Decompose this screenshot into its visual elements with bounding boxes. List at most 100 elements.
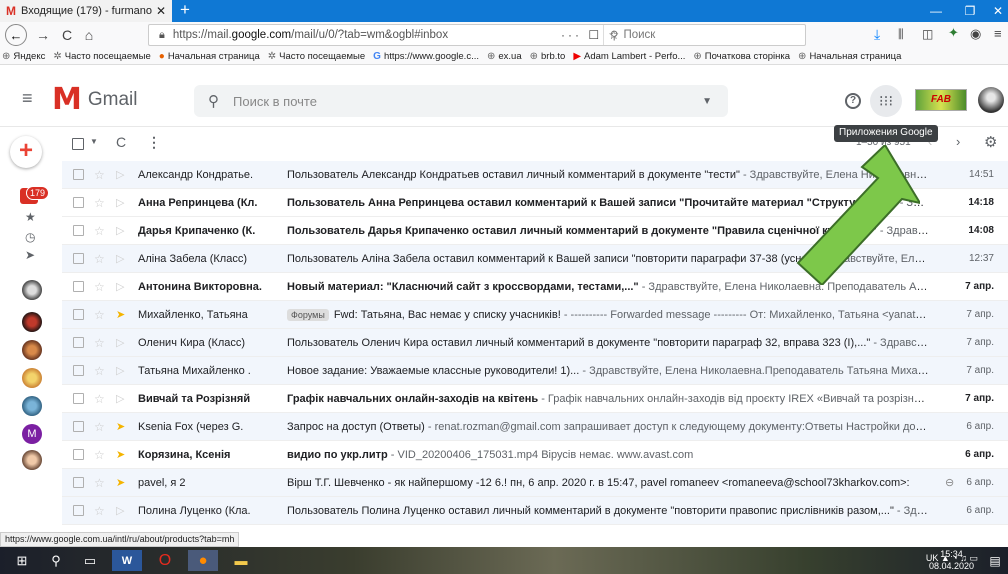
star-icon[interactable]: ☆ xyxy=(94,168,105,182)
row-checkbox[interactable] xyxy=(73,253,84,264)
star-icon[interactable]: ☆ xyxy=(94,392,105,406)
task-view-icon[interactable]: ▭ xyxy=(78,550,102,571)
help-icon[interactable]: ? xyxy=(845,93,861,109)
word-app-icon[interactable]: W xyxy=(112,550,142,571)
forward-icon[interactable]: → xyxy=(33,27,53,43)
importance-marker-icon[interactable]: ▷ xyxy=(116,224,124,237)
main-menu-icon[interactable]: ≡ xyxy=(22,88,33,109)
file-explorer-icon[interactable]: ▬ xyxy=(226,550,256,571)
row-checkbox[interactable] xyxy=(73,197,84,208)
star-icon[interactable]: ☆ xyxy=(94,476,105,490)
attachment-icon[interactable]: ⊖ xyxy=(945,476,954,489)
row-checkbox[interactable] xyxy=(73,505,84,516)
new-tab-button[interactable]: + xyxy=(180,0,190,22)
star-icon[interactable]: ☆ xyxy=(94,448,105,462)
reload-icon[interactable]: C xyxy=(57,27,77,43)
email-row[interactable]: ☆ ▷ Татьяна Михайленко . Новое задание: Ува… xyxy=(62,357,1008,385)
search-options-icon[interactable]: ▼ xyxy=(702,96,712,107)
select-dropdown-icon[interactable]: ▼ xyxy=(90,137,98,146)
download-icon[interactable]: ⤓ xyxy=(874,26,880,43)
more-icon[interactable]: ⋮ xyxy=(147,134,161,151)
importance-marker-icon[interactable]: ➤ xyxy=(116,308,125,321)
row-checkbox[interactable] xyxy=(73,281,84,292)
importance-marker-icon[interactable]: ▷ xyxy=(116,504,124,517)
star-icon[interactable]: ☆ xyxy=(94,252,105,266)
email-row[interactable]: ☆ ▷ Оленич Кира (Класс) Пользователь Оленич… xyxy=(62,329,1008,357)
email-row[interactable]: ☆ ▷ Полина Луценко (Кла. Пользователь Полин… xyxy=(62,497,1008,525)
bookmark-item[interactable]: ⊕ Початкова сторінка xyxy=(693,51,790,62)
bookmark-item[interactable]: ● Начальная страница xyxy=(159,51,260,62)
bookmark-item[interactable]: ▶ Adam Lambert - Perfo... xyxy=(573,51,685,62)
star-icon[interactable]: ☆ xyxy=(94,364,105,378)
bookmark-item[interactable]: ⊕ ex.ua xyxy=(487,51,522,62)
account-brand-badge[interactable]: FAB xyxy=(915,89,967,111)
important-icon[interactable]: ➤ xyxy=(25,248,35,262)
star-icon[interactable]: ☆ xyxy=(94,420,105,434)
importance-marker-icon[interactable]: ➤ xyxy=(116,448,125,461)
menu-icon[interactable]: ≡ xyxy=(994,26,1002,41)
windows-start-icon[interactable]: ⊞ xyxy=(8,550,36,571)
bookmark-item[interactable]: Ghttps://www.google.c... xyxy=(373,51,479,62)
email-row[interactable]: ☆ ➤ Михайленко, Татьяна Форумы Fwd: Татьяна,… xyxy=(62,301,1008,329)
gmail-logo[interactable]: M Gmail xyxy=(52,85,137,115)
row-checkbox[interactable] xyxy=(73,309,84,320)
row-checkbox[interactable] xyxy=(73,337,84,348)
clock[interactable]: 15:34 08.04.2020 xyxy=(929,548,974,572)
row-checkbox[interactable] xyxy=(73,421,84,432)
star-icon[interactable]: ☆ xyxy=(94,280,105,294)
importance-marker-icon[interactable]: ▷ xyxy=(116,392,124,405)
browser-tab[interactable]: M Входящие (179) - furmanova ✕ xyxy=(0,0,172,22)
bookmark-item[interactable]: ✲ Часто посещаемые xyxy=(53,51,150,62)
bookmark-item[interactable]: ⊕ Начальная страница xyxy=(798,51,901,62)
star-icon[interactable]: ☆ xyxy=(94,224,105,238)
library-icon[interactable]: ⫼ xyxy=(898,27,904,42)
refresh-icon[interactable]: C xyxy=(116,134,126,150)
sidebar-icon[interactable]: ◫ xyxy=(922,27,933,41)
search-icon[interactable]: ⚲ xyxy=(208,92,219,110)
contact-avatar[interactable] xyxy=(22,368,42,388)
back-icon[interactable]: ← xyxy=(5,24,27,46)
importance-marker-icon[interactable]: ➤ xyxy=(116,476,125,489)
email-row[interactable]: ☆ ➤ Ksenia Fox (через G. Запрос на доступ (… xyxy=(62,413,1008,441)
bookmark-item[interactable]: ⊕ Яндекс xyxy=(2,51,45,62)
opera-app-icon[interactable]: O xyxy=(150,550,180,571)
star-icon[interactable]: ☆ xyxy=(94,504,105,518)
importance-marker-icon[interactable]: ▷ xyxy=(116,252,124,265)
compose-button[interactable]: + xyxy=(10,136,42,168)
star-icon[interactable]: ☆ xyxy=(94,336,105,350)
row-checkbox[interactable] xyxy=(73,393,84,404)
select-all-checkbox[interactable] xyxy=(72,138,84,150)
extension-icon[interactable]: ✦ xyxy=(948,25,959,41)
row-checkbox[interactable] xyxy=(73,169,84,180)
next-page-icon[interactable]: › xyxy=(956,134,960,149)
notifications-icon[interactable]: ▤ xyxy=(984,550,1006,571)
importance-marker-icon[interactable]: ➤ xyxy=(116,420,125,433)
starred-icon[interactable]: ★ xyxy=(25,210,36,224)
importance-marker-icon[interactable]: ▷ xyxy=(116,336,124,349)
bookmark-item[interactable]: ✲ Часто посещаемые xyxy=(268,51,365,62)
importance-marker-icon[interactable]: ▷ xyxy=(116,280,124,293)
email-row[interactable]: ☆ ▷ Вивчай та Розрізняй Графік навчальних о… xyxy=(62,385,1008,413)
hangouts-avatar[interactable] xyxy=(22,280,42,300)
mail-search-input[interactable]: ⚲ Поиск в почте ▼ xyxy=(194,85,728,117)
contact-avatar[interactable] xyxy=(22,312,42,332)
search-icon[interactable]: ⚲ xyxy=(44,550,68,571)
row-checkbox[interactable] xyxy=(73,365,84,376)
row-checkbox[interactable] xyxy=(73,477,84,488)
user-avatar[interactable] xyxy=(978,87,1004,113)
importance-marker-icon[interactable]: ▷ xyxy=(116,364,124,377)
settings-gear-icon[interactable]: ⚙ xyxy=(984,133,997,151)
contact-avatar[interactable] xyxy=(22,396,42,416)
star-icon[interactable]: ☆ xyxy=(94,308,105,322)
email-row[interactable]: ☆ ➤ pavel, я 2 Вірш Т.Г. Шевченко - як найп… xyxy=(62,469,1008,497)
snoozed-icon[interactable]: ◷ xyxy=(25,230,35,244)
address-bar[interactable]: 🔒︎ https://mail.google.com/mail/u/0/?tab… xyxy=(148,24,806,46)
row-checkbox[interactable] xyxy=(73,225,84,236)
importance-marker-icon[interactable]: ▷ xyxy=(116,168,124,181)
google-apps-icon[interactable]: ⁝⁝⁝ xyxy=(870,85,902,117)
contact-avatar-m[interactable]: M xyxy=(22,424,42,444)
email-row[interactable]: ☆ ➤ Корязина, Ксенія видио по укр.литр - VI… xyxy=(62,441,1008,469)
star-icon[interactable]: ☆ xyxy=(94,196,105,210)
account-icon[interactable]: ◉ xyxy=(970,26,981,42)
contact-avatar[interactable] xyxy=(22,340,42,360)
